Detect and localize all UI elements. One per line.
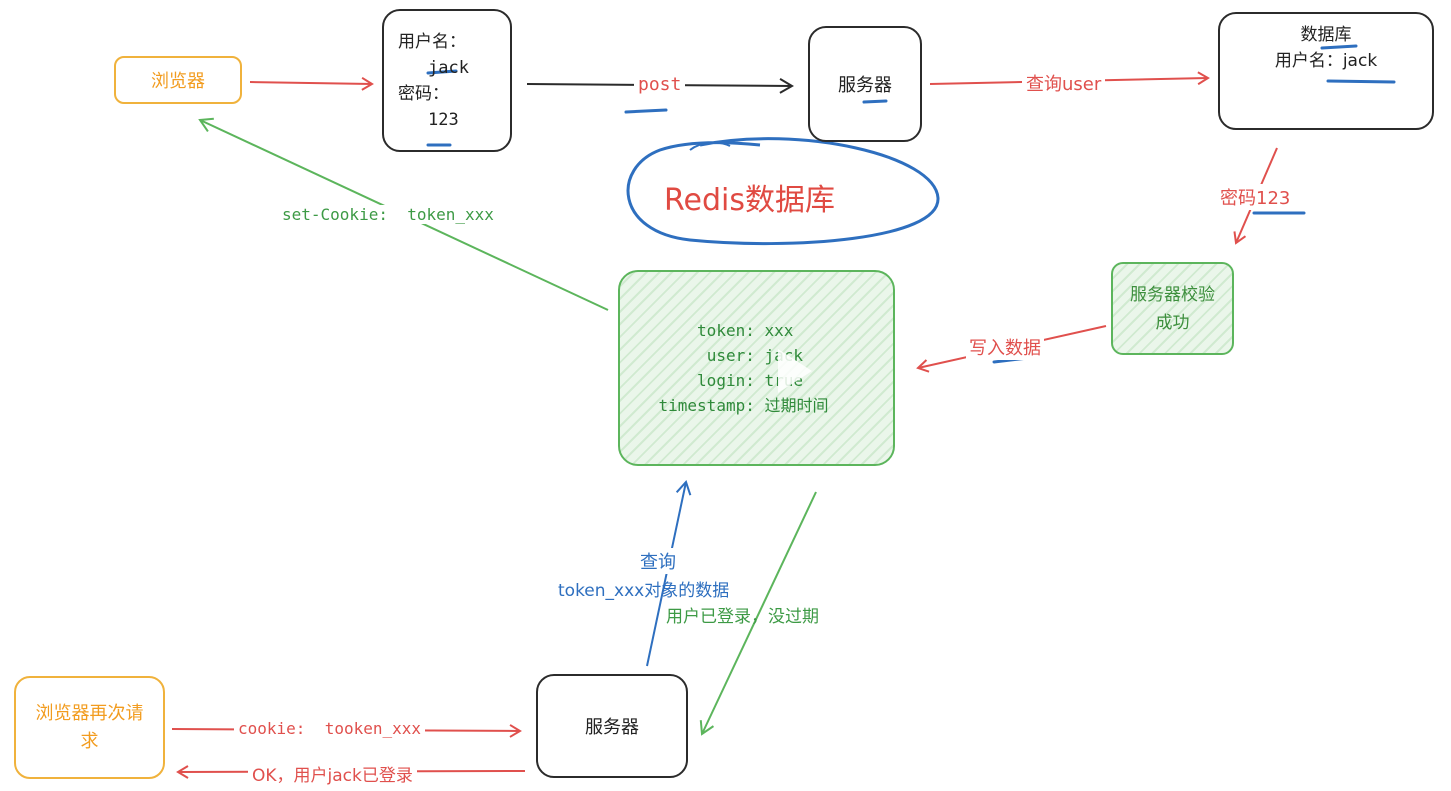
server-bottom-label: 服务器: [585, 717, 639, 738]
arrow-query-token: [646, 480, 692, 667]
edge-query-token-line1: 查询: [638, 548, 678, 574]
browser-node: 浏览器: [114, 56, 242, 104]
edge-logged-in-label: 用户已登录，没过期: [666, 607, 819, 627]
edge-query-user-label: 查询user: [1022, 70, 1106, 96]
edge-query-token-line2: token_xxx对象的数据: [558, 581, 730, 601]
play-icon: [778, 349, 812, 393]
password-label: 密码：: [398, 83, 449, 104]
edge-ok-label: OK，用户jack已登录: [248, 761, 417, 786]
redis-row-value: 过期时间: [764, 396, 829, 415]
edge-write-data-label: 写入数据: [966, 334, 1044, 360]
redis-row: timestamp: 过期时间: [659, 393, 835, 418]
database-title: 数据库: [1300, 25, 1352, 45]
browser-again-line2: 求: [80, 730, 99, 752]
redis-store-node: token: xxx user: jack login: true timestamp…: [618, 270, 895, 466]
validate-node: 服务器校验 成功: [1111, 262, 1234, 355]
password-value: 123: [428, 109, 459, 130]
redis-row-value: xxx: [764, 321, 794, 340]
database-username: 用户名：jack: [1274, 51, 1378, 71]
redis-row-key: token:: [697, 321, 765, 340]
browser-again-node: 浏览器再次请 求: [14, 676, 165, 779]
redis-row-key: user:: [706, 346, 765, 365]
login-form-node: 用户名： jack 密码： 123: [382, 9, 512, 152]
browser-label: 浏览器: [151, 71, 205, 92]
browser-again-line1: 浏览器再次请: [35, 702, 144, 724]
server-bottom-node: 服务器: [536, 674, 688, 778]
edge-cookie-label: cookie: tooken_xxx: [234, 719, 426, 738]
edge-password-label: 密码123: [1218, 184, 1293, 210]
server-top-node: 服务器: [808, 26, 922, 142]
edge-post-label: post: [634, 74, 686, 95]
redis-row-key: timestamp:: [658, 396, 765, 415]
database-node: 数据库 用户名：jack: [1218, 12, 1434, 130]
validate-line1: 服务器校验: [1130, 284, 1215, 305]
edge-set-cookie-label: set-Cookie: token_xxx: [278, 205, 498, 224]
server-top-label: 服务器: [838, 75, 892, 96]
validate-line2: 成功: [1155, 312, 1190, 333]
redis-row: token: xxx: [659, 318, 835, 343]
username-value: jack: [428, 57, 469, 78]
arrow-browser-to-form: [249, 76, 374, 91]
redis-row-key: login:: [697, 371, 765, 390]
redis-title: Redis数据库: [664, 183, 835, 218]
username-label: 用户名：: [398, 31, 466, 52]
